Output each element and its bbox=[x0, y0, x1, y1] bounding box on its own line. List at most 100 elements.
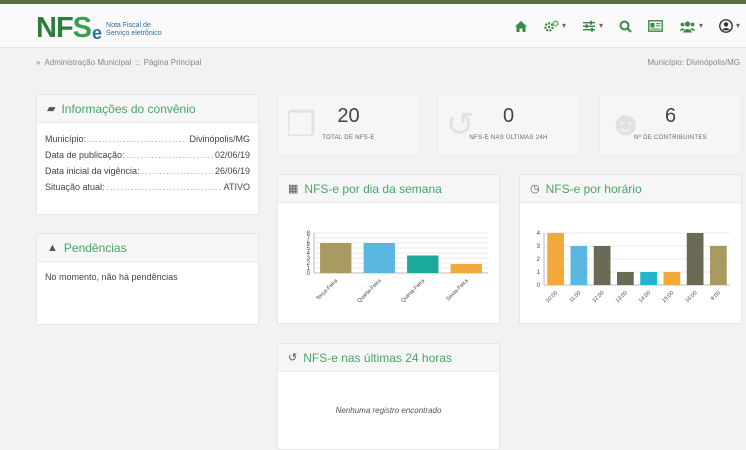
stat-caption: Nº DE CONTRIBUINTES bbox=[634, 135, 707, 141]
dot-leader: ........................................… bbox=[126, 150, 213, 160]
empty-message: Nenhuma registro encontrado bbox=[335, 406, 442, 415]
nfse-logo[interactable]: NF Se Nota Fiscal de Serviço eletrônico bbox=[36, 12, 162, 44]
stat-contribuintes: ☻ 6 Nº DE CONTRIBUINTES bbox=[599, 94, 742, 156]
bar bbox=[363, 243, 395, 273]
x-tick-label: Quarta-Feira bbox=[356, 278, 383, 305]
dot-leader: ........................................… bbox=[88, 134, 187, 144]
stat-total-nfse: ❐ 20 TOTAL DE NFS-E bbox=[277, 94, 420, 156]
x-tick-label: 13:00 bbox=[615, 290, 629, 304]
info-value: Divinópolis/MG bbox=[189, 134, 250, 144]
convenio-panel: ▰ Informações do convênio Município:....… bbox=[36, 94, 259, 215]
logo-subtitle-line1: Nota Fiscal de bbox=[106, 22, 151, 29]
chart-panel-horario: ◷ NFS-e por horário 0 1 2 3 4 10:00 11:00 12:00… bbox=[519, 174, 742, 324]
horario-panel-header: ◷ NFS-e por horário bbox=[520, 175, 741, 203]
stat-caption: TOTAL DE NFS-E bbox=[322, 135, 375, 141]
stat-value: 0 bbox=[502, 105, 515, 127]
bar bbox=[617, 272, 634, 285]
dia-semana-panel-header: ▦ NFS-e por dia da semana bbox=[278, 175, 499, 203]
info-row-vigencia: Data inicial da vigência:...............… bbox=[37, 163, 258, 179]
info-value: 02/06/19 bbox=[214, 150, 250, 160]
pendencias-text: No momento, não há pendências bbox=[45, 272, 178, 282]
breadcrumb-item-admin[interactable]: Administração Municipal bbox=[44, 58, 131, 67]
info-value: 26/06/19 bbox=[214, 166, 250, 176]
x-tick-label: 15:00 bbox=[661, 290, 675, 304]
sliders-icon bbox=[582, 20, 595, 32]
info-row-publicacao: Data de publicação:.....................… bbox=[37, 147, 258, 163]
home-icon bbox=[514, 20, 527, 32]
ultimas-panel-header: ↺ NFS-e nas últimas 24 horas bbox=[278, 344, 499, 372]
x-tick-label: 9:00 bbox=[710, 290, 722, 302]
ultimas-24h-panel: ↺ NFS-e nas últimas 24 horas Nenhuma reg… bbox=[277, 343, 500, 450]
breadcrumb-item-home[interactable]: Página Principal bbox=[144, 58, 202, 67]
x-tick-label: 16:00 bbox=[685, 290, 699, 304]
breadcrumb-separator: » bbox=[36, 58, 41, 67]
user-menu-button[interactable]: ▾ bbox=[719, 18, 740, 34]
dia-semana-title: NFS-e por dia da semana bbox=[304, 181, 442, 196]
info-row-situacao: Situação atual:.........................… bbox=[37, 179, 258, 195]
info-label: Data inicial da vigência: bbox=[45, 166, 140, 176]
user-circle-icon bbox=[719, 19, 733, 33]
y-tick-label: 3 bbox=[537, 244, 541, 250]
x-tick-label: 10:00 bbox=[545, 290, 559, 304]
convenio-title: Informações do convênio bbox=[61, 101, 196, 116]
info-value: ATIVO bbox=[223, 182, 250, 192]
bar bbox=[686, 233, 704, 285]
bar bbox=[593, 246, 611, 285]
home-button[interactable] bbox=[514, 20, 528, 33]
filters-menu-button[interactable]: ▾ bbox=[582, 18, 603, 34]
cadastro-button[interactable] bbox=[648, 20, 663, 32]
pendencias-title: Pendências bbox=[63, 240, 127, 255]
chart-panel-dia-semana: ▦ NFS-e por dia da semana 0 1 2 3 4 5 6 7 8 Terça… bbox=[277, 174, 500, 324]
pendencias-panel: ▲ Pendências No momento, não há pendênci… bbox=[36, 233, 259, 325]
info-label: Município: bbox=[45, 134, 87, 144]
logo-e: e bbox=[92, 23, 103, 43]
municipio-label: Município: Divinópolis/MG bbox=[647, 58, 740, 67]
users-menu-button[interactable]: ▾ bbox=[679, 18, 703, 34]
header-toolbar: ▾ ▾ ▾ ▾ bbox=[498, 18, 740, 34]
chevron-down-icon: ▾ bbox=[561, 21, 566, 30]
chart-dia-semana: 012345678Terça-Feira Quarta-Feira Quinta-F… bbox=[307, 231, 488, 305]
chevron-down-icon: ▾ bbox=[698, 21, 703, 30]
horario-title: NFS-e por horário bbox=[545, 181, 642, 196]
bar bbox=[710, 246, 727, 285]
bar bbox=[640, 272, 657, 285]
dot-leader: ........................................… bbox=[106, 182, 222, 192]
bar bbox=[407, 255, 439, 273]
users-icon bbox=[679, 20, 696, 32]
chevron-down-icon: ▾ bbox=[598, 21, 603, 30]
logo-subtitle-line2: Serviço eletrônico bbox=[106, 30, 162, 37]
bar bbox=[450, 264, 482, 273]
y-tick-label: 0 bbox=[537, 283, 541, 289]
convenio-panel-header: ▰ Informações do convênio bbox=[37, 95, 258, 123]
breadcrumb: » Administração Municipal:: Página Princip… bbox=[36, 58, 205, 67]
x-tick-label: Quinta-Feira bbox=[400, 278, 427, 305]
bar bbox=[320, 243, 352, 273]
bar bbox=[663, 272, 681, 285]
chart-horario: 0 1 2 3 4 10:00 11:00 12:00 13:00 14:00 15:00 16:00… bbox=[537, 231, 730, 304]
book-icon: ▰ bbox=[47, 103, 56, 115]
id-card-icon bbox=[648, 20, 663, 32]
stat-caption: NFS-E NAS ÚLTIMAS 24H bbox=[469, 135, 548, 141]
ultimas-title: NFS-e nas últimas 24 horas bbox=[303, 350, 452, 365]
header: NF Se Nota Fiscal de Serviço eletrônico ▾… bbox=[0, 4, 746, 48]
x-tick-label: 11:00 bbox=[569, 290, 583, 304]
gears-icon bbox=[544, 19, 559, 32]
search-icon bbox=[619, 20, 632, 33]
logo-s: S bbox=[72, 12, 92, 44]
pendencias-panel-header: ▲ Pendências bbox=[37, 234, 258, 262]
logo-nf: NF bbox=[36, 12, 74, 44]
search-button[interactable] bbox=[619, 20, 632, 33]
bar bbox=[547, 233, 564, 285]
y-tick-label: 4 bbox=[537, 231, 541, 237]
calendar-icon: ▦ bbox=[288, 183, 299, 195]
info-label: Situação atual: bbox=[45, 182, 105, 192]
stat-nfse-24h: ↺ 0 NFS-E NAS ÚLTIMAS 24H bbox=[437, 94, 580, 156]
logo-subtitle: Nota Fiscal de Serviço eletrônico bbox=[106, 22, 162, 38]
stat-value: 6 bbox=[664, 105, 677, 127]
y-tick-label: 8 bbox=[307, 231, 311, 237]
x-tick-label: 12:00 bbox=[592, 290, 606, 304]
info-label: Data de publicação: bbox=[45, 150, 125, 160]
x-tick-label: Terça-Feira bbox=[315, 278, 340, 303]
info-row-municipio: Município:..............................… bbox=[37, 131, 258, 147]
settings-menu-button[interactable]: ▾ bbox=[544, 18, 566, 34]
